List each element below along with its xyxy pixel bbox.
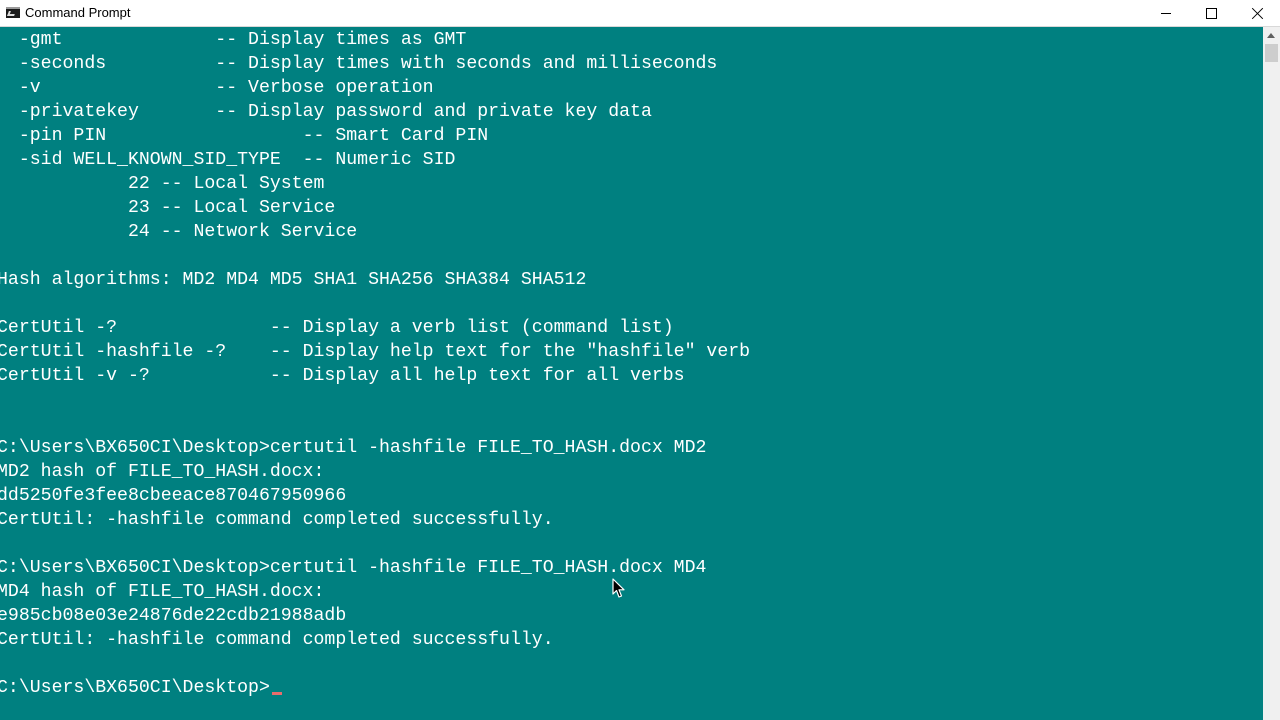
console-line: CertUtil -hashfile -? -- Display help te… bbox=[0, 342, 751, 362]
prompt-line[interactable]: C:\Users\BX650CI\Desktop> bbox=[0, 676, 282, 700]
minimize-icon bbox=[1161, 12, 1171, 14]
console-output[interactable]: -gmt -- Display times as GMT -seconds --… bbox=[0, 27, 1263, 720]
close-button[interactable] bbox=[1234, 0, 1280, 26]
console-line: -pin PIN -- Smart Card PIN bbox=[0, 126, 489, 146]
console-line: CertUtil -v -? -- Display all help text … bbox=[0, 366, 685, 386]
console-line: 24 -- Network Service bbox=[0, 222, 358, 242]
console-line: Hash algorithms: MD2 MD4 MD5 SHA1 SHA256… bbox=[0, 270, 587, 290]
vertical-scrollbar[interactable] bbox=[1263, 27, 1280, 720]
scroll-up-icon[interactable] bbox=[1267, 33, 1275, 38]
console-line: C:\Users\BX650CI\Desktop>certutil -hashf… bbox=[0, 558, 707, 578]
minimize-button[interactable] bbox=[1143, 0, 1189, 26]
console-line: C:\Users\BX650CI\Desktop>certutil -hashf… bbox=[0, 438, 707, 458]
prompt-text: C:\Users\BX650CI\Desktop> bbox=[0, 678, 270, 698]
window-title: Command Prompt bbox=[25, 5, 131, 20]
console-line: dd5250fe3fee8cbeeace870467950966 bbox=[0, 486, 347, 506]
console-line: MD2 hash of FILE_TO_HASH.docx: bbox=[0, 462, 325, 482]
console-line: e985cb08e03e24876de22cdb21988adb bbox=[0, 606, 347, 626]
console-line: 23 -- Local Service bbox=[0, 198, 336, 218]
console-line: -v -- Verbose operation bbox=[0, 78, 434, 98]
console-line: -seconds -- Display times with seconds a… bbox=[0, 54, 718, 74]
console-line: 22 -- Local System bbox=[0, 174, 325, 194]
console-line: -gmt -- Display times as GMT bbox=[0, 30, 467, 50]
console-line: CertUtil: -hashfile command completed su… bbox=[0, 510, 554, 530]
console-line: -privatekey -- Display password and priv… bbox=[0, 102, 652, 122]
maximize-button[interactable] bbox=[1188, 0, 1234, 26]
console-line: CertUtil -? -- Display a verb list (comm… bbox=[0, 318, 674, 338]
console-line: MD4 hash of FILE_TO_HASH.docx: bbox=[0, 582, 325, 602]
text-cursor bbox=[271, 692, 282, 695]
cmd-icon bbox=[6, 7, 20, 18]
title-bar[interactable]: Command Prompt bbox=[0, 0, 1280, 27]
console-line: -sid WELL_KNOWN_SID_TYPE -- Numeric SID bbox=[0, 150, 456, 170]
scroll-thumb[interactable] bbox=[1265, 44, 1278, 62]
console-line: CertUtil: -hashfile command completed su… bbox=[0, 630, 554, 650]
close-icon bbox=[1251, 7, 1264, 20]
maximize-icon bbox=[1205, 7, 1217, 19]
